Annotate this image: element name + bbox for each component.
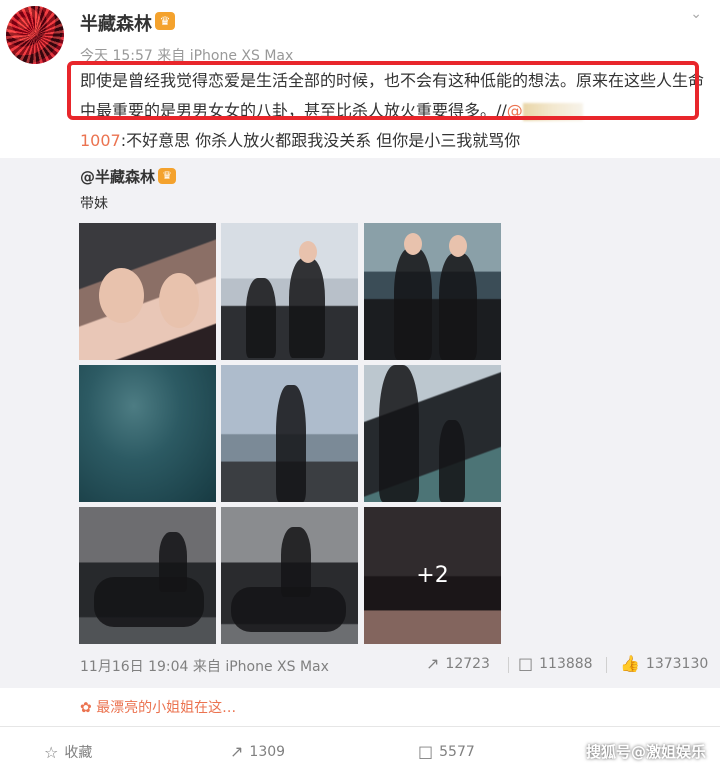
chevron-down-icon[interactable]: ⌄ [690,6,702,22]
comment-icon: □ [418,742,434,761]
divider [606,657,607,673]
avatar[interactable] [6,6,64,64]
repost-stat[interactable]: ↗ 12723 [426,654,490,673]
photo-thumbnail[interactable] [221,223,358,360]
comment-action-count: 5577 [439,743,475,760]
photo-thumbnail[interactable] [221,507,358,644]
repost-action-count: 1309 [249,743,286,760]
repost-count: 12723 [445,655,490,672]
vip-badge-icon: ♛ [158,168,176,184]
photo-thumbnail[interactable] [79,507,216,644]
flower-icon: ✿ [80,700,92,716]
comment-count: 113888 [539,655,593,672]
photo-thumbnail[interactable] [221,365,358,502]
post-username[interactable]: 半藏森林 [80,10,152,36]
reposted-card[interactable]: @半藏森林 ♛ 带妹 +2 11月16日 19:04 来自 iPhone XS … [0,158,720,688]
highlight-box [67,61,699,120]
repost-button[interactable]: ↗ 1309 [230,742,285,761]
like-stat[interactable]: 👍 1373130 [620,654,708,673]
divider [508,657,509,673]
photo-thumbnail[interactable] [79,223,216,360]
favorite-button[interactable]: ☆ 收藏 [44,742,92,762]
comment-button[interactable]: □ 5577 [418,742,475,761]
like-count: 1373130 [645,655,709,672]
comment-icon: □ [518,654,534,673]
photo-thumbnail[interactable] [364,223,501,360]
photo-grid: +2 [79,223,501,646]
repost-icon: ↗ [230,742,244,761]
post-text-line2: :不好意思 你杀人放火都跟我没关系 但你是小三我就骂你 [120,131,521,150]
weibo-post: 半藏森林 ♛ ⌄ 今天 15:57 来自 iPhone XS Max 即使是曾经… [0,0,720,768]
mention-suffix[interactable]: 1007 [80,131,121,150]
comment-stat[interactable]: □ 113888 [518,654,593,673]
repost-meta: 11月16日 19:04 来自 iPhone XS Max [80,659,329,675]
photo-thumbnail[interactable] [79,365,216,502]
divider [0,726,720,727]
more-photos-overlay[interactable]: +2 [364,507,501,644]
photo-thumbnail[interactable]: +2 [364,507,501,644]
watermark: 搜狐号@激姐娱乐 [585,743,706,761]
vip-badge-icon: ♛ [155,12,175,30]
sticky-link[interactable]: ✿ 最漂亮的小姐姐在这… [80,697,236,717]
repost-icon: ↗ [426,654,440,673]
favorite-label: 收藏 [64,745,93,761]
thumbs-up-icon: 👍 [620,654,640,673]
photo-thumbnail[interactable] [364,365,501,502]
repost-text: 带妹 [80,196,108,212]
star-icon: ☆ [44,742,59,762]
repost-username[interactable]: @半藏森林 [80,166,155,187]
sticky-text: 最漂亮的小姐姐在这… [96,700,237,716]
